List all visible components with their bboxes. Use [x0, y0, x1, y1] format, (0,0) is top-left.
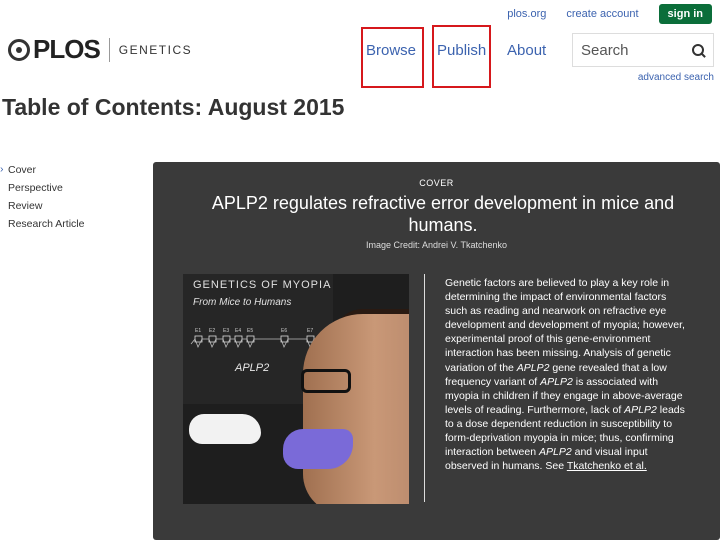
logo-text: PLOS — [33, 34, 101, 64]
splice-line — [190, 338, 315, 348]
publish-highlight-box — [432, 25, 491, 88]
exon-label: E5 — [247, 328, 253, 334]
toc-nav: Cover Perspective Review Research Articl… — [0, 163, 84, 236]
glove-shape — [283, 429, 353, 469]
cover-kicker: COVER — [419, 178, 454, 188]
exon-label: E2 — [209, 328, 215, 334]
mouse-shape — [189, 414, 261, 444]
utility-bar: plos.org create account sign in — [507, 4, 712, 24]
cover-panel: COVER APLP2 regulates refractive error d… — [153, 162, 720, 540]
plos-logo-icon — [8, 38, 30, 61]
browse-highlight-box — [361, 27, 424, 88]
create-account-link[interactable]: create account — [566, 8, 638, 20]
exon-label: E3 — [223, 328, 229, 334]
cover-image[interactable]: GENETICS OF MYOPIA From Mice to Humans E… — [183, 274, 409, 504]
search-icon[interactable] — [692, 43, 705, 57]
face-shape — [303, 314, 409, 504]
advanced-search-link[interactable]: advanced search — [638, 72, 714, 83]
sign-in-button[interactable]: sign in — [658, 4, 712, 24]
toc-item-perspective[interactable]: Perspective — [2, 182, 84, 194]
divider — [424, 274, 425, 502]
page: plos.org create account sign in PLOS GEN… — [0, 0, 720, 540]
cover-abstract: Genetic factors are believed to play a k… — [445, 277, 685, 473]
toc-item-research-article[interactable]: Research Article — [2, 218, 84, 230]
toc-item-review[interactable]: Review — [2, 200, 84, 212]
plos-org-link[interactable]: plos.org — [507, 8, 546, 20]
exon-label: E6 — [281, 328, 287, 334]
exon-label: E7 — [307, 328, 313, 334]
logo-subtitle: GENETICS — [118, 42, 193, 57]
exon-label: E1 — [195, 328, 201, 334]
article-link[interactable]: Tkatchenko et al. — [567, 460, 647, 472]
nav-about[interactable]: About — [507, 42, 567, 59]
search-box — [572, 33, 714, 67]
glasses-shape — [301, 369, 351, 393]
figure-gene-label: APLP2 — [235, 362, 270, 374]
search-input[interactable] — [581, 41, 687, 59]
image-credit: Image Credit: Andrei V. Tkatchenko — [365, 240, 508, 250]
toc-item-cover[interactable]: Cover — [0, 163, 84, 176]
page-title: Table of Contents: August 2015 — [2, 94, 345, 120]
cover-headline[interactable]: APLP2 regulates refractive error develop… — [193, 192, 693, 236]
logo-divider — [108, 37, 110, 62]
plos-genetics-logo[interactable]: PLOS GENETICS — [8, 34, 192, 65]
exon-label: E4 — [235, 328, 241, 334]
